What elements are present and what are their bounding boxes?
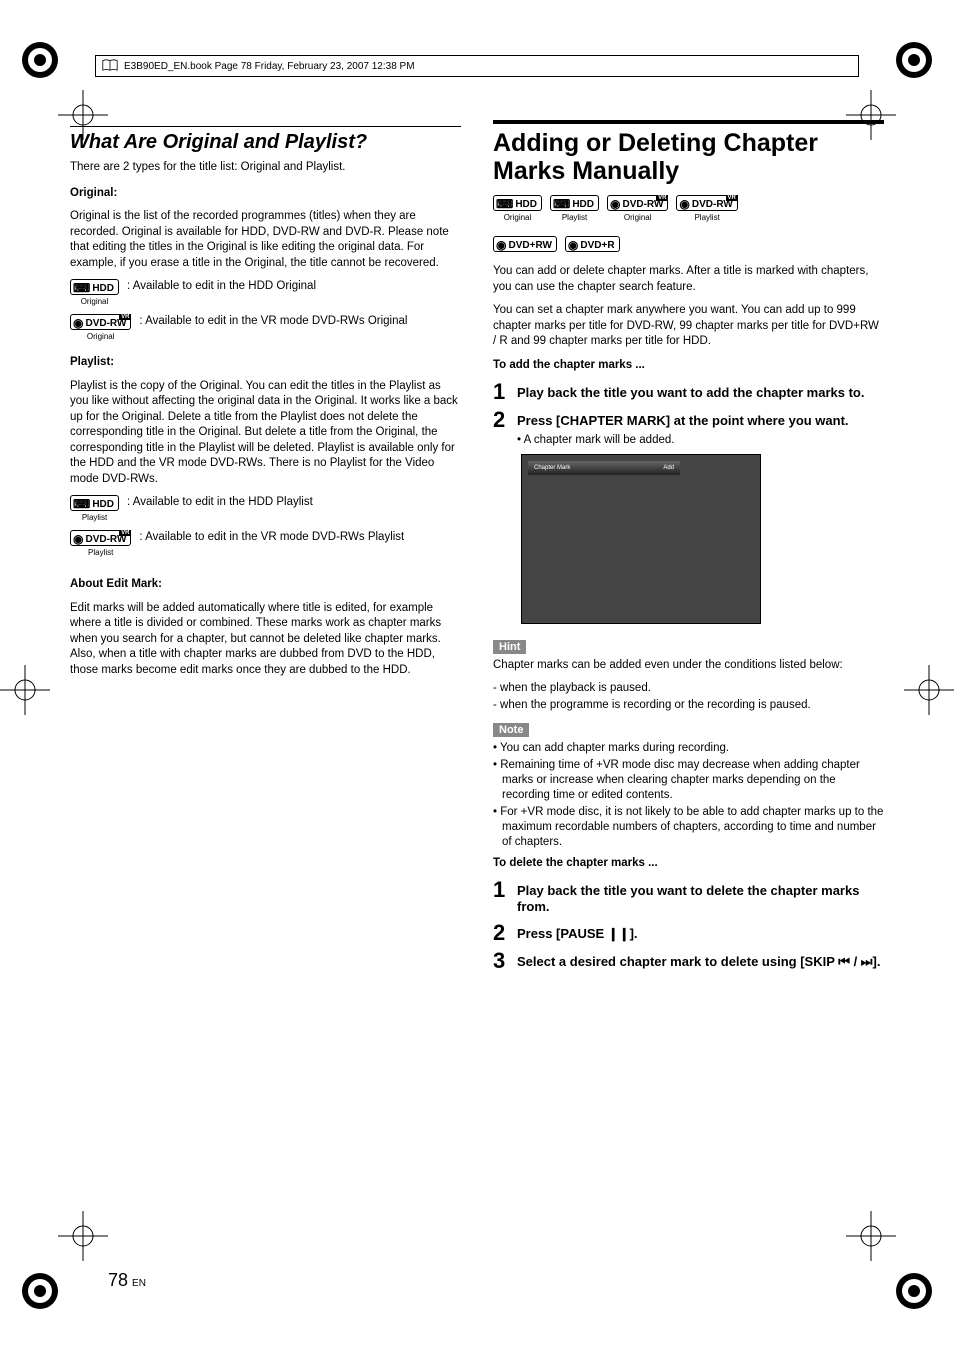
icon-description: : Available to edit in the HDD Original <box>127 279 316 294</box>
step-number: 2 <box>493 409 511 431</box>
crop-mark-icon <box>58 90 108 140</box>
body-text: You can set a chapter mark anywhere you … <box>493 303 884 350</box>
step-number: 2 <box>493 922 511 944</box>
registration-mark-icon <box>894 40 934 80</box>
disc-icon-grid: ⌨HDDOriginal ⌨HDDPlaylist ◉DVD-RWVROrigi… <box>493 195 884 254</box>
step-item: 2 Press [PAUSE ❙❙]. <box>493 922 884 944</box>
step-text: Press [PAUSE ❙❙]. <box>517 922 638 942</box>
list-item: when the programme is recording or the r… <box>493 698 884 713</box>
list-item: You can add chapter marks during recordi… <box>493 741 884 756</box>
section-heading: Adding or Deleting Chapter Marks Manuall… <box>493 130 884 185</box>
document-page: E3B90ED_EN.book Page 78 Friday, February… <box>0 0 954 1351</box>
section-heading: What Are Original and Playlist? <box>70 127 461 160</box>
subheading-add: To add the chapter marks ... <box>493 358 884 374</box>
body-text: Playlist is the copy of the Original. Yo… <box>70 379 461 488</box>
step-number: 1 <box>493 381 511 403</box>
registration-mark-icon <box>894 1271 934 1311</box>
list-item: For +VR mode disc, it is not likely to b… <box>493 805 884 850</box>
body-text: Original is the list of the recorded pro… <box>70 209 461 271</box>
list-item: when the playback is paused. <box>493 681 884 696</box>
intro-text: There are 2 types for the title list: Or… <box>70 160 461 176</box>
header-text: E3B90ED_EN.book Page 78 Friday, February… <box>124 61 415 72</box>
crop-mark-icon <box>904 665 954 715</box>
step-item: 1 Play back the title you want to delete… <box>493 879 884 916</box>
disc-icon: ⌨HDDPlaylist <box>550 195 599 222</box>
icon-description: : Available to edit in the HDD Playlist <box>127 495 313 510</box>
osd-label-left: Chapter Mark <box>534 465 570 471</box>
step-number: 3 <box>493 950 511 972</box>
disc-icon: ⌨HDD Original <box>70 279 119 306</box>
subheading-original: Original: <box>70 186 461 202</box>
icon-description: : Available to edit in the VR mode DVD-R… <box>139 314 407 329</box>
crop-mark-icon <box>846 1211 896 1261</box>
hint-intro: Chapter marks can be added even under th… <box>493 658 884 674</box>
right-column: Adding or Deleting Chapter Marks Manuall… <box>493 120 884 978</box>
disc-icon-row: ◉DVD-RWVR Playlist : Available to edit i… <box>70 530 461 557</box>
disc-icon: ◉DVD-RWVR Playlist <box>70 530 131 557</box>
osd-label-right: Add <box>663 465 674 471</box>
body-text: Edit marks will be added automatically w… <box>70 601 461 679</box>
framemaker-header: E3B90ED_EN.book Page 78 Friday, February… <box>95 55 859 77</box>
step-item: 3 Select a desired chapter mark to delet… <box>493 950 884 972</box>
step-item: 1 Play back the title you want to add th… <box>493 381 884 403</box>
registration-mark-icon <box>20 40 60 80</box>
disc-icon: ◉DVD-RWVROriginal <box>607 195 668 222</box>
step-text: Play back the title you want to add the … <box>517 381 864 401</box>
crop-mark-icon <box>0 665 50 715</box>
disc-icon: ⌨HDD Playlist <box>70 495 119 522</box>
crop-mark-icon <box>846 90 896 140</box>
disc-icon: ◉DVD+RW <box>493 236 557 252</box>
list-item: Remaining time of +VR mode disc may decr… <box>493 758 884 803</box>
registration-mark-icon <box>20 1271 60 1311</box>
step-text: Press [CHAPTER MARK] at the point where … <box>517 409 849 448</box>
disc-icon: ◉DVD-RWVRPlaylist <box>676 195 737 222</box>
book-icon <box>102 59 118 73</box>
page-number: 78EN <box>108 1270 146 1291</box>
subheading-edit-mark: About Edit Mark: <box>70 577 461 593</box>
hint-list: when the playback is paused. when the pr… <box>493 681 884 713</box>
step-text: Select a desired chapter mark to delete … <box>517 950 880 970</box>
disc-icon: ⌨HDDOriginal <box>493 195 542 222</box>
left-column: What Are Original and Playlist? There ar… <box>70 120 461 978</box>
note-list: You can add chapter marks during recordi… <box>493 741 884 850</box>
disc-icon-row: ◉DVD-RWVR Original : Available to edit i… <box>70 314 461 341</box>
disc-icon: ◉DVD+R <box>565 236 620 252</box>
step-text: Play back the title you want to delete t… <box>517 879 884 916</box>
osd-bar: Chapter Mark Add <box>528 461 680 475</box>
hint-label: Hint <box>493 640 526 654</box>
tv-screenshot: Chapter Mark Add <box>521 454 761 624</box>
subheading-playlist: Playlist: <box>70 355 461 371</box>
icon-description: : Available to edit in the VR mode DVD-R… <box>139 530 404 545</box>
subheading-delete: To delete the chapter marks ... <box>493 856 884 872</box>
crop-mark-icon <box>58 1211 108 1261</box>
disc-icon-row: ⌨HDD Original : Available to edit in the… <box>70 279 461 306</box>
body-text: You can add or delete chapter marks. Aft… <box>493 264 884 295</box>
note-label: Note <box>493 723 529 737</box>
step-number: 1 <box>493 879 511 901</box>
disc-icon: ◉DVD-RWVR Original <box>70 314 131 341</box>
step-item: 2 Press [CHAPTER MARK] at the point wher… <box>493 409 884 448</box>
disc-icon-row: ⌨HDD Playlist : Available to edit in the… <box>70 495 461 522</box>
